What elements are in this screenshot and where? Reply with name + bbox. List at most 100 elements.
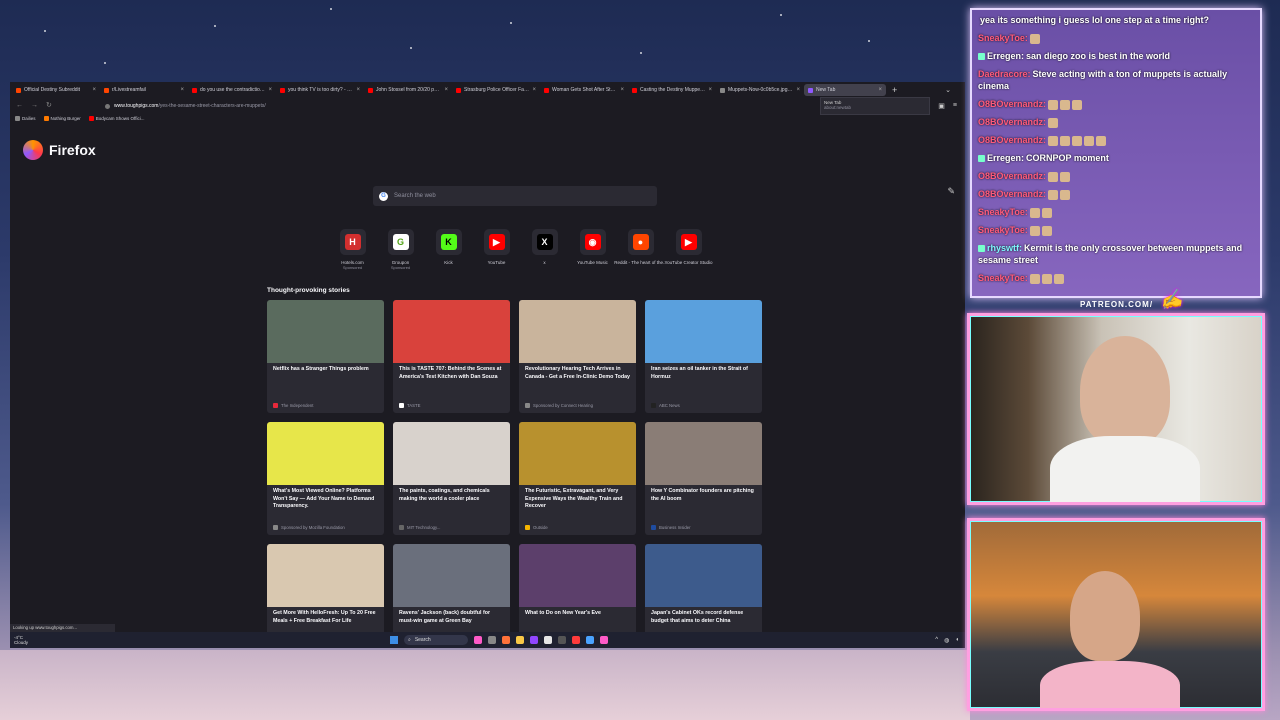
chat-message: SneakyToe:	[978, 224, 1254, 236]
story-card[interactable]: The paints, coatings, and chemicals maki…	[393, 422, 510, 535]
chat-message: rhyswtf: Kermit is the only crossover bet…	[978, 242, 1254, 266]
top-site-tile[interactable]: K Kick	[430, 229, 467, 270]
new-tab-button[interactable]: +	[892, 85, 897, 95]
volume-icon[interactable]: ◖	[955, 637, 959, 644]
close-icon[interactable]: ×	[268, 87, 272, 93]
network-icon[interactable]: ◍	[944, 637, 949, 644]
story-source: Business Insider	[651, 525, 691, 530]
chat-username[interactable]: O8BOvernandz:	[978, 189, 1046, 199]
story-card[interactable]: How Y Combinator founders are pitching t…	[645, 422, 762, 535]
top-site-tile[interactable]: X x	[526, 229, 563, 270]
tooltip-url: about:newtab	[824, 105, 852, 110]
top-site-tile[interactable]: G Groupon Sponsored	[382, 229, 419, 270]
close-icon[interactable]: ×	[620, 87, 624, 93]
chat-username[interactable]: SneakyToe:	[978, 225, 1028, 235]
browser-tab[interactable]: Casting the Destiny Muppet M ×	[628, 84, 716, 96]
chat-username[interactable]: O8BOvernandz:	[978, 117, 1046, 127]
bookmark-item[interactable]: Dailies	[15, 115, 36, 121]
story-card[interactable]: Iran seizes an oil tanker in the Strait …	[645, 300, 762, 413]
story-card[interactable]: Ravens' Jackson (back) doubtful for must…	[393, 544, 510, 632]
bookmark-item[interactable]: Bodycam Shows Offici...	[88, 115, 144, 121]
close-icon[interactable]: ×	[444, 87, 448, 93]
browser-tab[interactable]: r/Livestreamfail ×	[100, 84, 188, 96]
browser-tab[interactable]: Muppets-Now-0c0b5ce.jpg (JPEG I... ×	[716, 84, 804, 96]
browser-tab[interactable]: you think TV is too dirty? - You ×	[276, 84, 364, 96]
top-site-tile[interactable]: H Hotels.com Sponsored	[334, 229, 371, 270]
menu-icon[interactable]: ≡	[953, 102, 957, 110]
story-card[interactable]: The Futuristic, Extravagant, and Very Ex…	[519, 422, 636, 535]
story-card[interactable]: What's Most Viewed Online? Platforms Won…	[267, 422, 384, 535]
bookmark-icon	[43, 115, 49, 121]
file-explorer-icon[interactable]	[516, 636, 524, 644]
url-bar[interactable]: www.toughpigs.com /yes-the-sesame-street…	[105, 101, 805, 111]
story-card[interactable]: Get More With HelloFresh: Up To 20 Free …	[267, 544, 384, 632]
story-card[interactable]: Revolutionary Hearing Tech Arrives in Ca…	[519, 300, 636, 413]
chat-message: O8BOvernandz:	[978, 98, 1254, 110]
reload-icon[interactable]: ↻	[46, 101, 52, 109]
top-site-label: YouTube	[487, 260, 506, 265]
chat-username[interactable]: Daedracore:	[978, 69, 1031, 79]
close-icon[interactable]: ×	[92, 87, 96, 93]
app-icon[interactable]	[544, 636, 552, 644]
forward-icon[interactable]: →	[31, 102, 38, 109]
chat-username[interactable]: Erregen:	[987, 153, 1024, 163]
emote-icon	[1060, 99, 1071, 110]
search-input[interactable]: G Search the web	[373, 186, 657, 206]
app-icon[interactable]	[586, 636, 594, 644]
chat-username[interactable]: O8BOvernandz:	[978, 99, 1046, 109]
tab-favicon-icon	[632, 87, 637, 93]
search-placeholder: Search the web	[394, 193, 436, 199]
browser-tab[interactable]: Official Destiny Subreddit ×	[12, 84, 100, 96]
top-site-tile[interactable]: ▶ YouTube Creator Studio	[665, 229, 712, 270]
app-icon[interactable]	[572, 636, 580, 644]
story-card[interactable]: Netflix has a Stranger Things problem Th…	[267, 300, 384, 413]
close-icon[interactable]: ×	[532, 87, 536, 93]
chat-username[interactable]: O8BOvernandz:	[978, 135, 1046, 145]
top-site-icon: ▶	[483, 229, 510, 255]
browser-tab[interactable]: John Stossel from 20/20 posed ×	[364, 84, 452, 96]
story-source-label: Outside	[533, 525, 548, 530]
app-icon[interactable]	[474, 636, 482, 644]
story-card[interactable]: This is TASTE 707: Behind the Scenes at …	[393, 300, 510, 413]
app-icon[interactable]	[530, 636, 538, 644]
browser-tab[interactable]: Woman Gets Shot After Stabbin ×	[540, 84, 628, 96]
browser-tab[interactable]: Strasburg Police Officer Fatally ×	[452, 84, 540, 96]
top-site-icon: ◉	[579, 229, 606, 255]
site-info-icon[interactable]	[105, 103, 110, 109]
start-icon[interactable]	[390, 636, 398, 644]
chat-username[interactable]: SneakyToe:	[978, 273, 1028, 283]
story-card[interactable]: Japan's Cabinet OKs record defense budge…	[645, 544, 762, 632]
taskbar-search[interactable]: ⌕ Search	[404, 635, 468, 645]
customize-icon[interactable]: ✎	[947, 186, 955, 197]
list-tabs-icon[interactable]: ⌄	[945, 86, 951, 94]
chat-username[interactable]: O8BOvernandz:	[978, 171, 1046, 181]
story-card[interactable]: What to Do on New Year's Eve The New Yor…	[519, 544, 636, 632]
app-icon[interactable]	[558, 636, 566, 644]
top-sites: H Hotels.com Sponsored G Groupon Sponsore…	[334, 229, 712, 270]
chat-username[interactable]: rhyswtf:	[987, 243, 1022, 253]
app-icon[interactable]	[488, 636, 496, 644]
bookmark-item[interactable]: Nothing Burger	[43, 115, 81, 121]
chat-username[interactable]: SneakyToe:	[978, 33, 1028, 43]
back-icon[interactable]: ←	[16, 102, 23, 109]
story-thumbnail	[519, 300, 636, 363]
close-icon[interactable]: ×	[708, 87, 712, 93]
close-icon[interactable]: ×	[180, 87, 184, 93]
chat-username[interactable]: Erregen:	[987, 51, 1024, 61]
extensions-icon[interactable]: ▣	[938, 102, 945, 110]
close-icon[interactable]: ×	[356, 87, 360, 93]
top-site-tile[interactable]: ◉ YouTube Music	[574, 229, 611, 270]
story-thumbnail	[645, 544, 762, 607]
weather-widget[interactable]: -4°C Cloudy	[14, 635, 28, 645]
browser-tab[interactable]: New Tab ×	[804, 84, 886, 96]
story-source: Outside	[525, 525, 548, 530]
browser-tab[interactable]: do you use the contradiction p... ×	[188, 84, 276, 96]
firefox-taskbar-icon[interactable]	[502, 636, 510, 644]
chat-username[interactable]: SneakyToe:	[978, 207, 1028, 217]
top-site-tile[interactable]: ▶ YouTube	[478, 229, 515, 270]
close-icon[interactable]: ×	[878, 87, 882, 93]
close-icon[interactable]: ×	[796, 87, 800, 93]
top-site-tile[interactable]: ● Reddit - The heart of the...	[614, 229, 667, 270]
app-icon[interactable]	[600, 636, 608, 644]
chevron-up-icon[interactable]: ^	[935, 637, 938, 644]
